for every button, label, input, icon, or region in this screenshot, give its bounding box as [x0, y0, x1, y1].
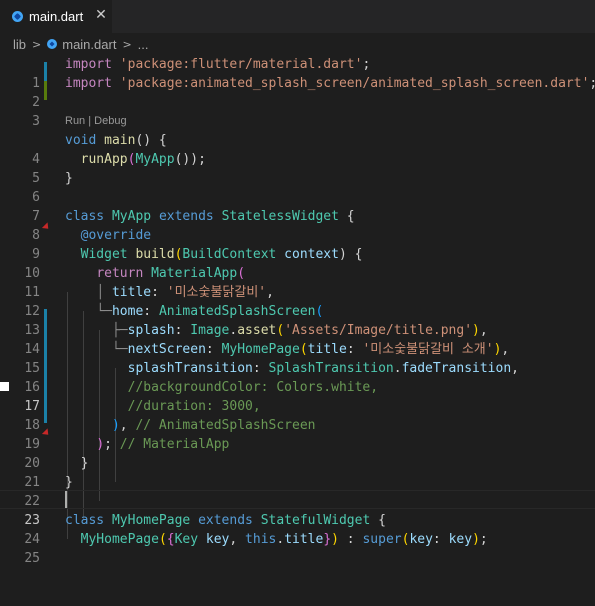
- code-line: 21 }: [0, 454, 595, 490]
- code-editor[interactable]: 1 import 'package:flutter/material.dart'…: [0, 55, 595, 566]
- code-line: 7: [0, 188, 595, 224]
- close-icon[interactable]: ✕: [93, 7, 109, 23]
- code-line: 5 runApp(MyApp());: [0, 150, 595, 186]
- line-number: 3: [32, 114, 40, 129]
- code-line: 6 }: [0, 169, 595, 205]
- breadcrumb: lib > main.dart > ...: [0, 33, 595, 55]
- code-line: 22 }: [0, 473, 595, 509]
- code-line: 3: [0, 93, 595, 129]
- code-line: 8 class MyApp extends StatelessWidget {: [0, 207, 595, 243]
- code-line: 17 //backgroundColor: Colors.white,: [0, 378, 595, 414]
- code-line: 10 Widget build(BuildContext context) {: [0, 245, 595, 281]
- code-line: 9 @override: [0, 226, 595, 262]
- code-line: 24 class MyHomePage extends StatefulWidg…: [0, 511, 595, 547]
- breadcrumb-folder[interactable]: lib: [13, 37, 26, 52]
- chevron-right-icon: >: [122, 37, 132, 51]
- code-line: 15 └─nextScreen: MyHomePage(title: '미소숯불…: [0, 340, 595, 376]
- tab-bar: main.dart ✕: [0, 0, 595, 33]
- codelens-run-debug[interactable]: Run | Debug: [65, 112, 127, 131]
- tab-main-dart[interactable]: main.dart ✕: [0, 0, 112, 33]
- tab-label: main.dart: [29, 9, 84, 24]
- code-line: 13 └─home: AnimatedSplashScreen(: [0, 302, 595, 338]
- code-line: 14 ├─splash: Image.asset('Assets/Image/t…: [0, 321, 595, 357]
- dart-file-icon: [47, 39, 58, 49]
- dart-file-icon: [12, 11, 23, 22]
- code-line: 4 void main() {: [0, 131, 595, 167]
- code-line: 18 //duration: 3000,: [0, 397, 595, 433]
- code-line: 19 ), // AnimatedSplashScreen: [0, 416, 595, 452]
- code-line: 16 splashTransition: SplashTransition.fa…: [0, 359, 595, 395]
- code-line: 1 import 'package:flutter/material.dart'…: [0, 55, 595, 91]
- code-line: 25 MyHomePage({Key key, this.title}) : s…: [0, 530, 595, 566]
- chevron-right-icon: >: [32, 37, 42, 51]
- code-line: 20 ); // MaterialApp: [0, 435, 595, 471]
- line-number: 25: [24, 551, 40, 566]
- code-line: 12 │ title: '미소숯불닭갈비',: [0, 283, 595, 319]
- code-line: 2 import 'package:animated_splash_screen…: [0, 74, 595, 110]
- code-line: 11 return MaterialApp(: [0, 264, 595, 300]
- breadcrumb-file[interactable]: main.dart: [62, 37, 116, 52]
- breadcrumb-more[interactable]: ...: [138, 37, 149, 52]
- code-line: 23: [0, 492, 595, 528]
